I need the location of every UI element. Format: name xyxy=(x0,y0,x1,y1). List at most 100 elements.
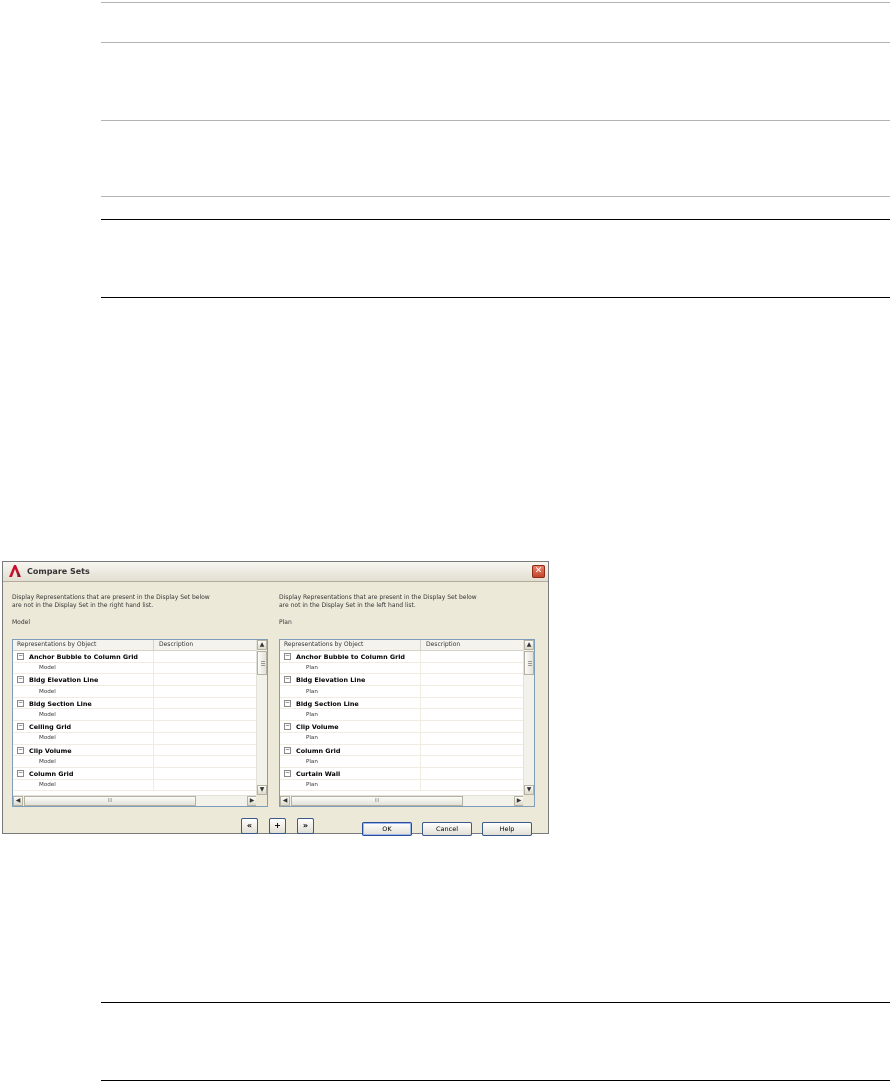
column-divider xyxy=(153,779,154,791)
tree-representation-row[interactable]: Model xyxy=(13,662,257,675)
left-description-line1: Display Representations that are present… xyxy=(12,594,210,601)
column-divider xyxy=(420,779,421,791)
collapse-toggle-icon[interactable]: − xyxy=(284,676,291,684)
column-divider xyxy=(153,709,154,721)
row-label: Model xyxy=(39,782,56,789)
column-divider xyxy=(153,686,154,697)
title-bar[interactable]: A Compare Sets ✕ xyxy=(3,562,548,582)
scroll-thumb[interactable] xyxy=(257,651,267,675)
tree-representation-row[interactable]: Plan xyxy=(280,709,524,722)
cancel-button[interactable]: Cancel xyxy=(422,822,472,836)
scroll-thumb[interactable]: III xyxy=(291,796,463,806)
tree-object-row[interactable]: − Bldg Elevation Line xyxy=(13,674,257,687)
right-description: Display Representations that are present… xyxy=(279,594,477,610)
collapse-toggle-icon[interactable]: − xyxy=(17,769,24,777)
copy-right-button[interactable]: » xyxy=(297,818,314,834)
collapse-toggle-icon[interactable]: − xyxy=(17,676,24,684)
scroll-thumb[interactable] xyxy=(524,651,534,675)
dialog-title: Compare Sets xyxy=(27,567,90,576)
tree-object-row[interactable]: − Ceiling Grid xyxy=(13,721,257,733)
left-list-rows: − Anchor Bubble to Column Grid Model − Bldg … xyxy=(13,651,257,792)
row-label: Model xyxy=(39,735,56,742)
collapse-toggle-icon[interactable]: − xyxy=(17,653,24,660)
copy-left-button[interactable]: « xyxy=(241,818,258,834)
ok-button[interactable]: OK xyxy=(362,822,412,836)
column-header-description[interactable]: Description xyxy=(426,641,460,648)
column-divider xyxy=(153,756,154,767)
scroll-up-arrow-icon[interactable]: ▲ xyxy=(524,640,534,650)
collapse-toggle-icon[interactable]: − xyxy=(17,723,24,731)
tree-object-row[interactable]: − Anchor Bubble to Column Grid xyxy=(13,651,257,663)
tree-object-row[interactable]: − Bldg Section Line xyxy=(13,697,257,710)
collapse-toggle-icon[interactable]: − xyxy=(284,723,291,731)
page-rule xyxy=(101,120,890,121)
collapse-toggle-icon[interactable]: − xyxy=(284,746,291,754)
row-label: Model xyxy=(39,711,56,718)
left-list-header: Representations by Object Description xyxy=(13,640,257,651)
collapse-toggle-icon[interactable]: − xyxy=(17,746,24,754)
tree-representation-row[interactable]: Plan xyxy=(280,686,524,698)
column-header-description[interactable]: Description xyxy=(159,641,193,648)
scroll-thumb[interactable]: III xyxy=(24,796,196,806)
column-divider xyxy=(153,697,154,709)
collapse-toggle-icon[interactable]: − xyxy=(284,699,291,707)
tree-object-row[interactable]: − Clip Volume xyxy=(280,721,524,733)
tree-representation-row[interactable]: Plan xyxy=(280,779,524,792)
tree-object-row[interactable]: − Column Grid xyxy=(280,744,524,757)
scroll-down-arrow-icon[interactable]: ▼ xyxy=(257,785,267,795)
right-list-rows: − Anchor Bubble to Column Grid Plan − Bldg E… xyxy=(280,651,524,792)
tree-object-row[interactable]: − Anchor Bubble to Column Grid xyxy=(280,651,524,663)
help-button[interactable]: Help xyxy=(482,822,532,836)
column-divider xyxy=(420,674,421,686)
column-divider xyxy=(153,767,154,779)
page-rule xyxy=(101,2,890,3)
scroll-left-arrow-icon[interactable]: ◀ xyxy=(280,796,290,806)
column-divider xyxy=(153,744,154,756)
tree-object-row[interactable]: − Bldg Section Line xyxy=(280,697,524,710)
tree-representation-row[interactable]: Model xyxy=(13,709,257,722)
right-list-header: Representations by Object Description xyxy=(280,640,524,651)
right-representations-list[interactable]: Representations by Object Description − A… xyxy=(279,639,535,807)
scroll-up-arrow-icon[interactable]: ▲ xyxy=(257,640,267,650)
add-button[interactable]: + xyxy=(269,818,286,834)
tree-object-row[interactable]: − Column Grid xyxy=(13,767,257,780)
tree-representation-row[interactable]: Model xyxy=(13,756,257,768)
row-label: Model xyxy=(39,758,56,765)
left-horizontal-scrollbar[interactable]: ◀ III ▶ xyxy=(13,795,257,806)
right-set-name: Plan xyxy=(279,619,292,626)
tree-representation-row[interactable]: Model xyxy=(13,732,257,745)
tree-representation-row[interactable]: Plan xyxy=(280,756,524,768)
page-rule xyxy=(101,42,890,43)
tree-representation-row[interactable]: Plan xyxy=(280,732,524,745)
column-separator[interactable] xyxy=(420,640,421,650)
column-header-representations[interactable]: Representations by Object xyxy=(17,641,96,648)
right-vertical-scrollbar[interactable]: ▲ ▼ xyxy=(523,640,534,795)
tree-representation-row[interactable]: Plan xyxy=(280,662,524,675)
row-label: Column Grid xyxy=(296,746,341,755)
column-divider xyxy=(420,651,421,662)
tree-representation-row[interactable]: Model xyxy=(13,686,257,698)
row-label: Model xyxy=(39,665,56,672)
column-divider xyxy=(153,674,154,686)
column-divider xyxy=(420,732,421,744)
column-separator[interactable] xyxy=(153,640,154,650)
left-vertical-scrollbar[interactable]: ▲ ▼ xyxy=(256,640,267,795)
column-header-representations[interactable]: Representations by Object xyxy=(284,641,363,648)
collapse-toggle-icon[interactable]: − xyxy=(17,699,24,707)
scroll-down-arrow-icon[interactable]: ▼ xyxy=(524,785,534,795)
tree-representation-row[interactable]: Model xyxy=(13,779,257,792)
column-divider xyxy=(420,767,421,779)
page-rule xyxy=(101,297,890,298)
collapse-toggle-icon[interactable]: − xyxy=(284,653,291,660)
left-representations-list[interactable]: Representations by Object Description − A… xyxy=(12,639,268,807)
left-set-name: Model xyxy=(12,619,31,626)
column-divider xyxy=(153,651,154,662)
right-horizontal-scrollbar[interactable]: ◀ III ▶ xyxy=(280,795,524,806)
scroll-left-arrow-icon[interactable]: ◀ xyxy=(13,796,23,806)
tree-object-row[interactable]: − Bldg Elevation Line xyxy=(280,674,524,687)
row-label: Plan xyxy=(306,688,318,695)
tree-object-row[interactable]: − Curtain Wall xyxy=(280,767,524,780)
tree-object-row[interactable]: − Clip Volume xyxy=(13,744,257,757)
close-button[interactable]: ✕ xyxy=(532,565,545,578)
collapse-toggle-icon[interactable]: − xyxy=(284,769,291,777)
